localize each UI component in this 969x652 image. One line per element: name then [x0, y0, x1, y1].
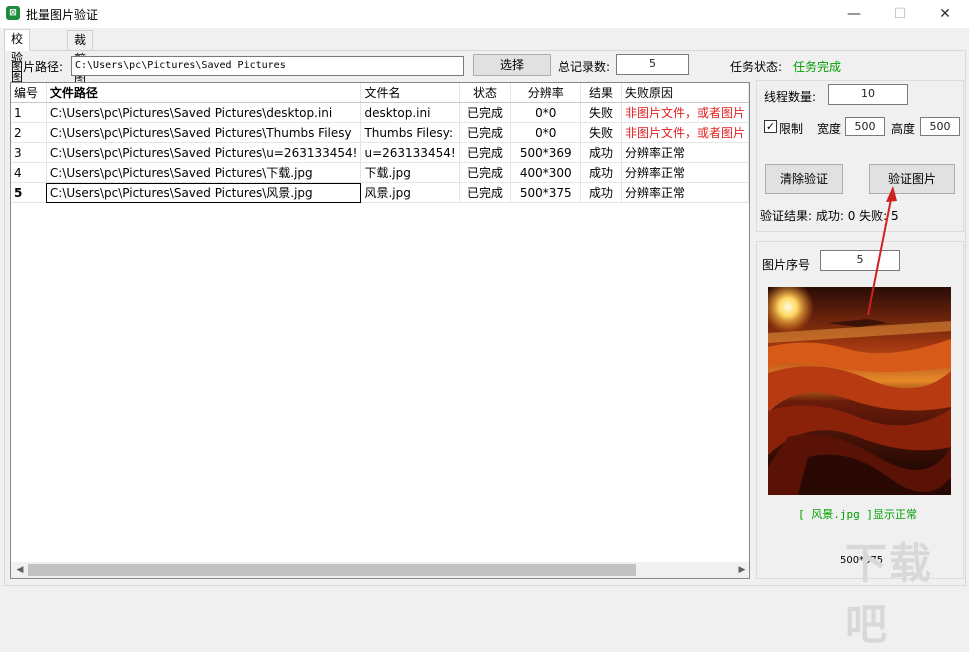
path-input[interactable]: C:\Users\pc\Pictures\Saved Pictures [71, 56, 464, 76]
cell-resolution[interactable]: 500*369 [510, 142, 582, 163]
scroll-left-icon[interactable]: ◀ [12, 562, 28, 578]
total-count-field: 5 [616, 54, 689, 75]
path-label: 图片路径: [11, 60, 64, 74]
select-button[interactable]: 选择 [473, 54, 551, 76]
tab-verify-images[interactable]: 校验图片 [4, 29, 31, 103]
cell-resolution[interactable]: 0*0 [510, 102, 582, 123]
app-icon: ⊠ [6, 6, 20, 20]
total-label: 总记录数: [558, 60, 611, 74]
clear-verification-button[interactable]: 清除验证 [765, 164, 843, 194]
table-header: 编号 文件路径 文件名 状态 分辨率 结果 失败原因 [11, 83, 749, 103]
task-status-value: 任务完成 [793, 60, 842, 74]
preview-caption: [ 风景.jpg ]显示正常 [798, 508, 917, 521]
cell-filename[interactable]: Thumbs Filesy: [360, 122, 460, 143]
watermark-logo: 下载吧 [845, 539, 934, 649]
column-header-result[interactable]: 结果 [580, 83, 622, 103]
scroll-right-icon[interactable]: ▶ [734, 562, 750, 578]
cell-filename[interactable]: 风景.jpg [360, 182, 460, 203]
task-status-label: 任务状态: [730, 60, 783, 74]
table-row[interactable]: 1 C:\Users\pc\Pictures\Saved Pictures\des… [11, 102, 749, 123]
table-row[interactable]: 2 C:\Users\pc\Pictures\Saved Pictures\Thu… [11, 122, 749, 143]
table-row[interactable]: 4 C:\Users\pc\Pictures\Saved Pictures\下载.… [11, 162, 749, 183]
cell-result[interactable]: 成功 [580, 162, 622, 183]
cell-num[interactable]: 1 [11, 102, 47, 123]
limit-checkbox[interactable]: ✓ [764, 120, 777, 133]
tab-crop-images[interactable]: 裁剪图片 [67, 30, 94, 104]
table-row[interactable]: 3 C:\Users\pc\Pictures\Saved Pictures\u=2… [11, 142, 749, 163]
cell-path[interactable]: C:\Users\pc\Pictures\Saved Pictures\desk… [46, 102, 362, 123]
cell-reason[interactable]: 分辨率正常 [621, 182, 749, 203]
cell-num[interactable]: 5 [11, 182, 47, 203]
close-button[interactable]: ✕ [922, 0, 968, 28]
cell-result[interactable]: 成功 [580, 142, 622, 163]
cell-status[interactable]: 已完成 [459, 182, 512, 203]
cell-status[interactable]: 已完成 [459, 162, 512, 183]
column-header-reason[interactable]: 失败原因 [621, 83, 749, 103]
column-header-filename[interactable]: 文件名 [360, 83, 460, 103]
cell-num[interactable]: 2 [11, 122, 47, 143]
cell-resolution[interactable]: 0*0 [510, 122, 582, 143]
minimize-button[interactable]: — [831, 0, 877, 28]
width-input[interactable]: 500 [845, 117, 885, 136]
title-bar [0, 0, 969, 28]
cell-status[interactable]: 已完成 [459, 122, 512, 143]
results-grid[interactable]: 编号 文件路径 文件名 状态 分辨率 结果 失败原因 1 C:\Users\pc\Pictur… [10, 82, 750, 579]
cell-result[interactable]: 失败 [580, 122, 622, 143]
cell-reason[interactable]: 非图片文件，或者图片 [621, 122, 749, 143]
limit-label: 限制 [779, 122, 804, 136]
width-label: 宽度 [817, 122, 842, 136]
cell-resolution[interactable]: 400*300 [510, 162, 582, 183]
cell-num[interactable]: 3 [11, 142, 47, 163]
column-header-status[interactable]: 状态 [459, 83, 512, 103]
column-header-num[interactable]: 编号 [11, 83, 47, 103]
cell-result[interactable]: 成功 [580, 182, 622, 203]
cell-filename[interactable]: desktop.ini [360, 102, 460, 123]
image-index-label: 图片序号 [762, 258, 811, 272]
cell-path[interactable]: C:\Users\pc\Pictures\Saved Pictures\Thum… [46, 122, 362, 143]
cell-reason[interactable]: 分辨率正常 [621, 162, 749, 183]
height-input[interactable]: 500 [920, 117, 960, 136]
cell-num[interactable]: 4 [11, 162, 47, 183]
thread-count-input[interactable]: 10 [828, 84, 908, 105]
cell-result[interactable]: 失败 [580, 102, 622, 123]
column-header-path[interactable]: 文件路径 [46, 83, 362, 103]
cell-path[interactable]: C:\Users\pc\Pictures\Saved Pictures\下载.j… [46, 162, 362, 183]
window-title: 批量图片验证 [26, 8, 99, 22]
scrollbar-thumb[interactable] [28, 564, 636, 576]
height-label: 高度 [891, 122, 916, 136]
cell-resolution[interactable]: 500*375 [510, 182, 582, 203]
cell-filename[interactable]: 下载.jpg [360, 162, 460, 183]
results-table: 编号 文件路径 文件名 状态 分辨率 结果 失败原因 1 C:\Users\pc\Pictur… [11, 83, 749, 203]
cell-filename[interactable]: u=263133454! [360, 142, 460, 163]
cell-reason[interactable]: 非图片文件，或者图片 [621, 102, 749, 123]
column-header-resolution[interactable]: 分辨率 [510, 83, 582, 103]
maximize-button[interactable]: ☐ [877, 0, 923, 28]
cell-status[interactable]: 已完成 [459, 102, 512, 123]
cell-path[interactable]: C:\Users\pc\Pictures\Saved Pictures\u=26… [46, 142, 362, 163]
cell-reason[interactable]: 分辨率正常 [621, 142, 749, 163]
cell-path[interactable]: C:\Users\pc\Pictures\Saved Pictures\风景.j… [46, 182, 362, 203]
annotation-arrow-icon [867, 186, 897, 316]
thread-count-label: 线程数量: [764, 90, 817, 104]
cell-status[interactable]: 已完成 [459, 142, 512, 163]
table-row[interactable]: 5 C:\Users\pc\Pictures\Saved Pictures\风景.… [11, 182, 749, 203]
